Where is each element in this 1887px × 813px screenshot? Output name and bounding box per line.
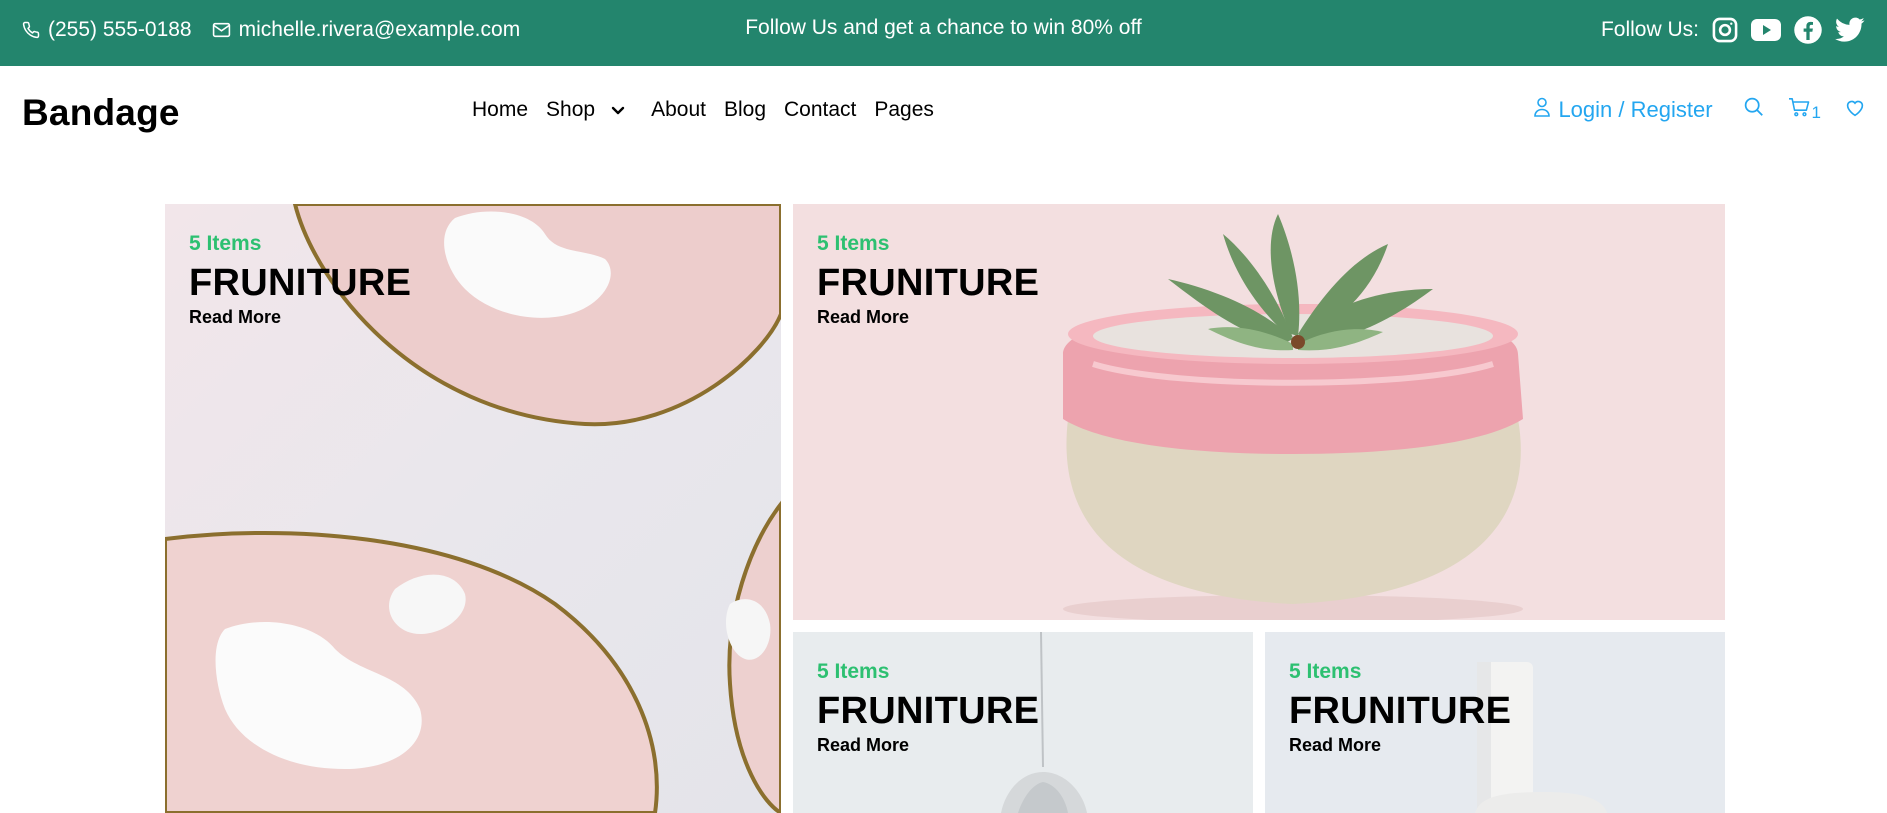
category-label: 5 Items FRUNITURE Read More [817, 660, 1039, 756]
user-icon [1534, 97, 1551, 123]
youtube-icon[interactable] [1751, 18, 1781, 42]
nav-contact[interactable]: Contact [784, 98, 856, 122]
read-more-link[interactable]: Read More [189, 307, 411, 328]
category-label: 5 Items FRUNITURE Read More [1289, 660, 1511, 756]
nav-about[interactable]: About [651, 98, 706, 122]
read-more-link[interactable]: Read More [1289, 735, 1511, 756]
nav-shop[interactable]: Shop [546, 98, 625, 122]
category-card[interactable]: 5 Items FRUNITURE Read More [793, 632, 1253, 813]
follow-label: Follow Us: [1600, 18, 1699, 41]
nav-home[interactable]: Home [472, 98, 528, 122]
login-register-label: Login / Register [1558, 96, 1713, 122]
main-menu: Home Shop About Blog Contact Pages [472, 98, 934, 122]
social-links: Follow Us: [1601, 0, 1865, 60]
category-title: FRUNITURE [1289, 690, 1512, 732]
read-more-link[interactable]: Read More [817, 735, 1039, 756]
main-navbar: Bandage Home Shop About Blog Contact Pag… [0, 66, 1887, 162]
category-label: 5 Items FRUNITURE Read More [189, 232, 411, 328]
search-icon [1743, 96, 1764, 123]
category-card[interactable]: 5 Items FRUNITURE Read More [165, 204, 781, 813]
category-grid: 5 Items FRUNITURE Read More 5 Items FRUN… [165, 204, 1725, 813]
item-count: 5 Items [817, 232, 890, 255]
facebook-icon[interactable] [1793, 15, 1823, 45]
category-title: FRUNITURE [817, 690, 1040, 732]
item-count: 5 Items [1289, 660, 1362, 683]
cart-button[interactable]: 1 [1788, 97, 1821, 123]
cart-icon [1788, 97, 1810, 123]
search-button[interactable] [1743, 96, 1764, 123]
cart-count: 1 [1811, 102, 1821, 122]
chevron-down-icon [611, 98, 625, 122]
category-card[interactable]: 5 Items FRUNITURE Read More [793, 204, 1725, 620]
nav-pages[interactable]: Pages [874, 98, 934, 122]
heart-icon [1845, 97, 1865, 123]
login-register-link[interactable]: Login / Register [1534, 96, 1713, 123]
wishlist-button[interactable] [1845, 97, 1865, 123]
instagram-icon[interactable] [1711, 16, 1739, 44]
brand-logo[interactable]: Bandage [22, 92, 180, 134]
nav-blog[interactable]: Blog [724, 98, 766, 122]
category-title: FRUNITURE [817, 262, 1040, 304]
category-title: FRUNITURE [189, 262, 412, 304]
read-more-link[interactable]: Read More [817, 307, 1039, 328]
header-actions: Login / Register 1 [1534, 96, 1865, 123]
category-card[interactable]: 5 Items FRUNITURE Read More [1265, 632, 1725, 813]
nav-shop-label: Shop [546, 98, 596, 121]
category-label: 5 Items FRUNITURE Read More [817, 232, 1039, 328]
item-count: 5 Items [189, 232, 262, 255]
top-bar: (255) 555-0188 michelle.rivera@example.c… [0, 0, 1887, 66]
twitter-icon[interactable] [1835, 17, 1865, 43]
item-count: 5 Items [817, 660, 890, 683]
